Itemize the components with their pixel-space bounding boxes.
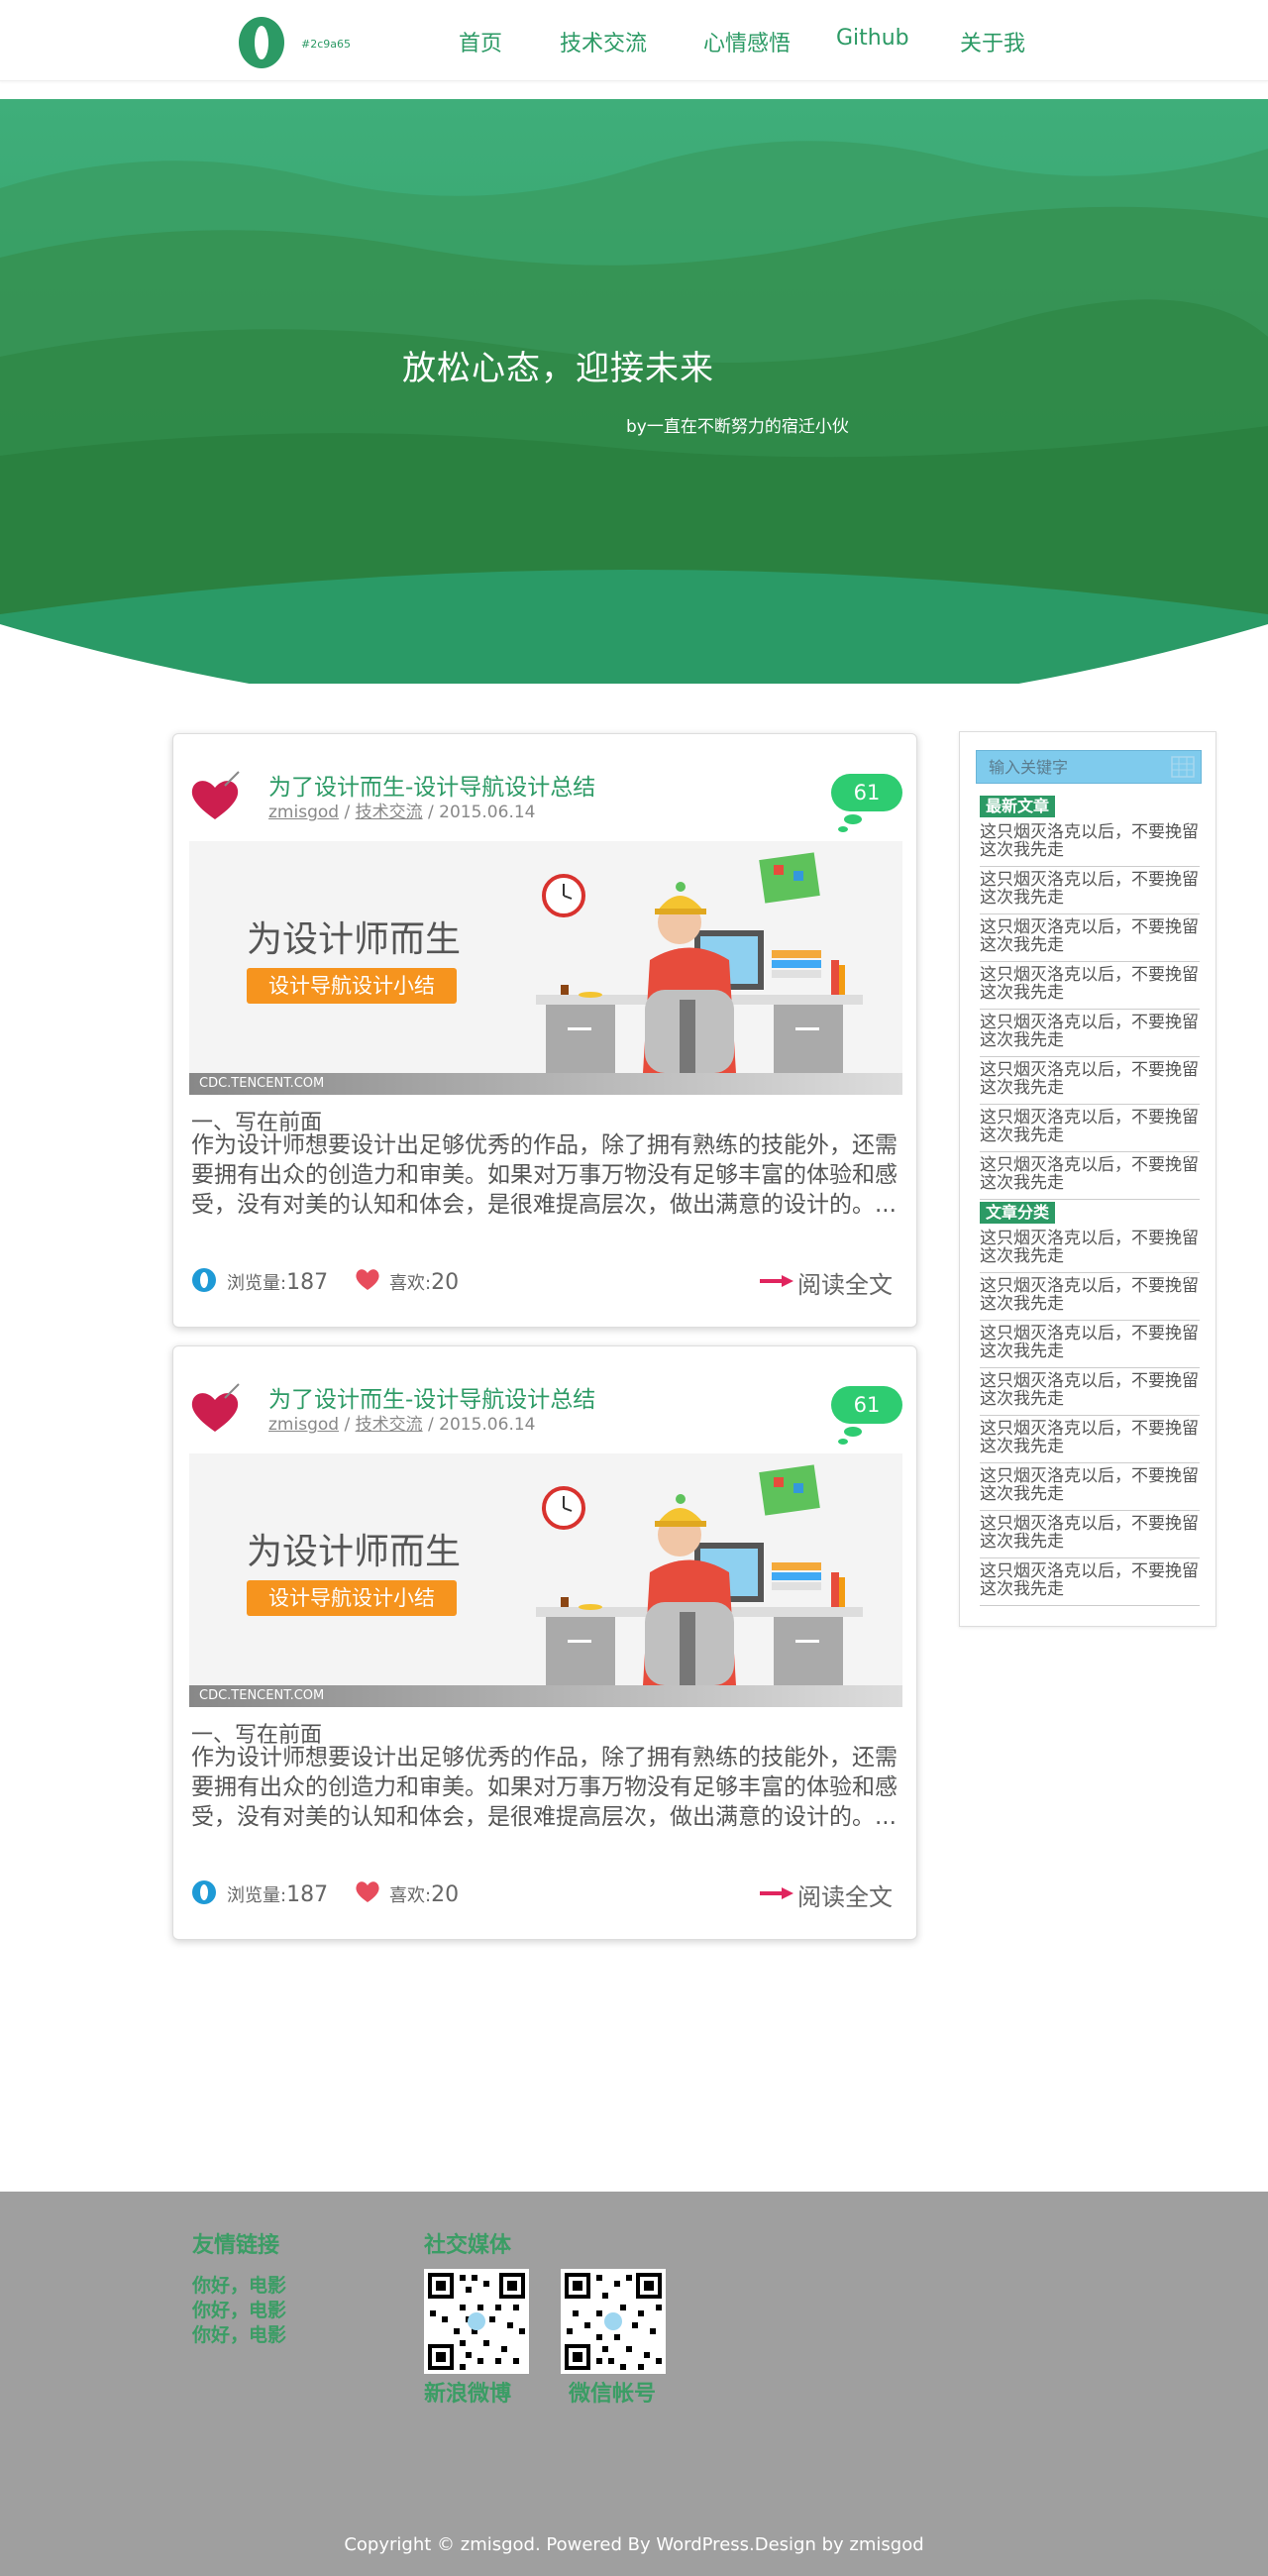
weibo-label: 新浪微博 — [424, 2382, 512, 2407]
latest-post-item[interactable]: 这只烟灭洛克以后，不要挽留这次我先走 — [980, 1105, 1200, 1152]
latest-post-item[interactable]: 这只烟灭洛克以后，不要挽留这次我先走 — [980, 867, 1200, 914]
likes-count: 20 — [431, 1270, 460, 1295]
wechat-qr-code — [561, 2269, 666, 2374]
banner-title: 为设计师而生 — [247, 1532, 462, 1572]
post-card: 为了设计而生-设计导航设计总结 zmisgod / 技术交流 / 2015.06… — [172, 733, 917, 1328]
post-banner-image[interactable]: 为设计师而生 设计导航设计小结 CDC.TENCENT.COM — [189, 1453, 902, 1707]
banner-badge: 设计导航设计小结 — [247, 968, 457, 1004]
grid-search-icon[interactable] — [1171, 756, 1195, 778]
category-item[interactable]: 这只烟灭洛克以后，不要挽留这次我先走 — [980, 1558, 1200, 1606]
comment-count[interactable]: 61 — [831, 774, 902, 811]
post-footer: 浏览量:187 喜欢:20 阅读全文 — [191, 1876, 902, 1912]
read-more-link[interactable]: 阅读全文 — [797, 1878, 893, 1912]
latest-post-item[interactable]: 这只烟灭洛克以后，不要挽留这次我先走 — [980, 1152, 1200, 1200]
post-author[interactable]: zmisgod — [268, 1415, 339, 1435]
post-category[interactable]: 技术交流 — [356, 803, 423, 822]
hero-title: 放松心态，迎接未来 — [402, 349, 714, 388]
site-footer: 友情链接 你好，电影 你好，电影 你好，电影 社交媒体 新浪微博 微信帐号 Co… — [0, 2192, 1268, 2576]
site-header: #2c9a65 首页 技术交流 心情感悟 Github 关于我 — [0, 0, 1268, 81]
category-item[interactable]: 这只烟灭洛克以后，不要挽留这次我先走 — [980, 1321, 1200, 1368]
views-icon — [192, 1880, 216, 1904]
post-title[interactable]: 为了设计而生-设计导航设计总结 — [268, 1380, 595, 1414]
latest-post-item[interactable]: 这只烟灭洛克以后，不要挽留这次我先走 — [980, 1057, 1200, 1105]
friend-link[interactable]: 你好，电影 — [192, 2271, 286, 2298]
category-item[interactable]: 这只烟灭洛克以后，不要挽留这次我先走 — [980, 1226, 1200, 1273]
search-box — [976, 750, 1202, 784]
heart-avatar-icon — [191, 1383, 240, 1432]
category-item[interactable]: 这只烟灭洛克以后，不要挽留这次我先走 — [980, 1416, 1200, 1463]
latest-post-item[interactable]: 这只烟灭洛克以后，不要挽留这次我先走 — [980, 914, 1200, 962]
nav-about[interactable]: 关于我 — [960, 26, 1025, 57]
designer-illustration — [536, 1464, 863, 1685]
post-excerpt: 作为设计师想要设计出足够优秀的作品，除了拥有熟练的技能外，还需要拥有出众的创造力… — [191, 1132, 898, 1218]
views-icon — [192, 1268, 216, 1292]
search-input[interactable] — [977, 751, 1165, 783]
arrow-right-icon — [760, 1887, 793, 1899]
views-count: 187 — [286, 1270, 329, 1295]
likes-stat: 喜欢:20 — [389, 1881, 459, 1907]
nav-mood[interactable]: 心情感悟 — [703, 26, 791, 57]
likes-count: 20 — [431, 1882, 460, 1907]
latest-posts-heading: 最新文章 — [980, 796, 1056, 817]
likes-stat: 喜欢:20 — [389, 1269, 459, 1295]
hero-background — [0, 99, 1268, 684]
post-footer: 浏览量:187 喜欢:20 阅读全文 — [191, 1263, 902, 1300]
comment-count[interactable]: 61 — [831, 1386, 902, 1424]
hero-banner: 放松心态，迎接未来 by一直在不断努力的宿迁小伙 — [0, 99, 1268, 684]
category-item[interactable]: 这只烟灭洛克以后，不要挽留这次我先走 — [980, 1463, 1200, 1511]
latest-post-item[interactable]: 这只烟灭洛克以后，不要挽留这次我先走 — [980, 962, 1200, 1010]
post-banner-image[interactable]: 为设计师而生 设计导航设计小结 CDC.TENCENT.COM — [189, 841, 902, 1095]
post-date: 2015.06.14 — [439, 1415, 536, 1435]
read-more-link[interactable]: 阅读全文 — [797, 1265, 893, 1300]
friend-link[interactable]: 你好，电影 — [192, 2296, 286, 2322]
sidebar: 最新文章 这只烟灭洛克以后，不要挽留这次我先走 这只烟灭洛克以后，不要挽留这次我… — [959, 731, 1216, 1627]
latest-post-item[interactable]: 这只烟灭洛克以后，不要挽留这次我先走 — [980, 819, 1200, 867]
nav-github[interactable]: Github — [836, 26, 909, 51]
category-item[interactable]: 这只烟灭洛克以后，不要挽留这次我先走 — [980, 1368, 1200, 1416]
latest-posts-list: 这只烟灭洛克以后，不要挽留这次我先走 这只烟灭洛克以后，不要挽留这次我先走 这只… — [980, 819, 1200, 1200]
post-card: 为了设计而生-设计导航设计总结 zmisgod / 技术交流 / 2015.06… — [172, 1345, 917, 1940]
heart-avatar-icon — [191, 771, 240, 819]
arrow-right-icon — [760, 1275, 793, 1287]
hero-subtitle: by一直在不断努力的宿迁小伙 — [626, 417, 849, 437]
copyright-text: Copyright © zmisgod. Powered By WordPres… — [344, 2534, 924, 2555]
banner-source: CDC.TENCENT.COM — [199, 1688, 325, 1703]
like-heart-icon[interactable] — [354, 1878, 381, 1905]
like-heart-icon[interactable] — [354, 1265, 381, 1293]
views-stat: 浏览量:187 — [227, 1881, 328, 1907]
banner-title: 为设计师而生 — [247, 919, 462, 960]
likes-label: 喜欢: — [389, 1273, 432, 1294]
banner-badge: 设计导航设计小结 — [247, 1580, 457, 1616]
post-category[interactable]: 技术交流 — [356, 1415, 423, 1435]
friend-links-heading: 友情链接 — [192, 2233, 280, 2258]
weibo-qr-code — [424, 2269, 529, 2374]
social-media-heading: 社交媒体 — [424, 2233, 512, 2258]
banner-source: CDC.TENCENT.COM — [199, 1076, 325, 1091]
nav-home[interactable]: 首页 — [459, 26, 502, 57]
views-count: 187 — [286, 1882, 329, 1907]
wechat-label: 微信帐号 — [569, 2382, 657, 2407]
post-excerpt: 作为设计师想要设计出足够优秀的作品，除了拥有熟练的技能外，还需要拥有出众的创造力… — [191, 1745, 898, 1830]
likes-label: 喜欢: — [389, 1885, 432, 1906]
latest-post-item[interactable]: 这只烟灭洛克以后，不要挽留这次我先走 — [980, 1010, 1200, 1057]
post-meta: zmisgod / 技术交流 / 2015.06.14 — [268, 803, 536, 822]
post-date: 2015.06.14 — [439, 803, 536, 822]
views-label: 浏览量: — [227, 1273, 287, 1294]
category-item[interactable]: 这只烟灭洛克以后，不要挽留这次我先走 — [980, 1273, 1200, 1321]
friend-link[interactable]: 你好，电影 — [192, 2320, 286, 2347]
site-logo[interactable] — [238, 16, 285, 69]
post-meta: zmisgod / 技术交流 / 2015.06.14 — [268, 1415, 536, 1435]
post-title[interactable]: 为了设计而生-设计导航设计总结 — [268, 768, 595, 802]
views-label: 浏览量: — [227, 1885, 287, 1906]
categories-heading: 文章分类 — [980, 1202, 1056, 1224]
categories-list: 这只烟灭洛克以后，不要挽留这次我先走 这只烟灭洛克以后，不要挽留这次我先走 这只… — [980, 1226, 1200, 1606]
nav-tech[interactable]: 技术交流 — [560, 26, 647, 57]
post-author[interactable]: zmisgod — [268, 803, 339, 822]
designer-illustration — [536, 852, 863, 1073]
category-item[interactable]: 这只烟灭洛克以后，不要挽留这次我先走 — [980, 1511, 1200, 1558]
logo-color-text: #2c9a65 — [301, 38, 351, 51]
views-stat: 浏览量:187 — [227, 1269, 328, 1295]
